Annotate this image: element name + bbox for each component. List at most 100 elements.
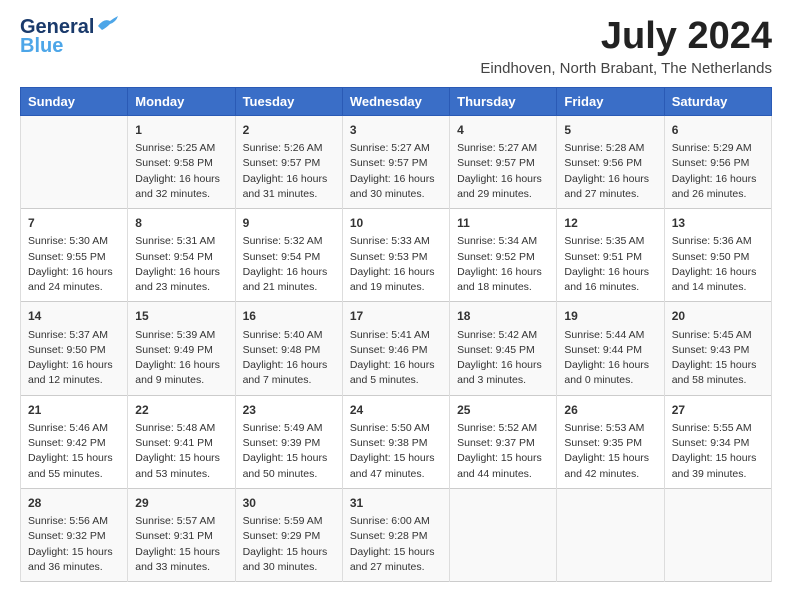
day-cell: 3 Sunrise: 5:27 AM Sunset: 9:57 PM Daylig… (342, 115, 449, 208)
day-content: Sunrise: 5:57 AM Sunset: 9:31 PM Dayligh… (135, 514, 227, 575)
day-cell: 16 Sunrise: 5:40 AM Sunset: 9:48 PM Dayli… (235, 302, 342, 395)
day-number: 6 (672, 122, 764, 139)
day-content: Sunrise: 5:44 AM Sunset: 9:44 PM Dayligh… (564, 328, 656, 389)
day-number: 18 (457, 308, 549, 325)
day-cell: 9Sunrise: 5:32 AM Sunset: 9:54 PM Daylig… (235, 209, 342, 302)
day-content: Sunrise: 5:37 AM Sunset: 9:50 PM Dayligh… (28, 328, 120, 389)
day-number: 23 (243, 402, 335, 419)
day-content: Sunrise: 5:27 AM Sunset: 9:57 PM Dayligh… (457, 141, 549, 202)
day-cell: 24 Sunrise: 5:50 AM Sunset: 9:38 PM Dayli… (342, 395, 449, 488)
logo-bird-icon (96, 16, 118, 32)
day-number: 11 (457, 215, 549, 232)
header-row: SundayMondayTuesdayWednesdayThursdayFrid… (21, 87, 772, 115)
day-content: Sunrise: 5:25 AM Sunset: 9:58 PM Dayligh… (135, 141, 227, 202)
day-content: Sunrise: 5:52 AM Sunset: 9:37 PM Dayligh… (457, 421, 549, 482)
day-content: Sunrise: 5:48 AM Sunset: 9:41 PM Dayligh… (135, 421, 227, 482)
day-cell: 21Sunrise: 5:46 AM Sunset: 9:42 PM Dayli… (21, 395, 128, 488)
day-number: 26 (564, 402, 656, 419)
day-number: 9 (243, 215, 335, 232)
day-content: Sunrise: 5:40 AM Sunset: 9:48 PM Dayligh… (243, 328, 335, 389)
title-block: July 2024 Eindhoven, North Brabant, The … (480, 16, 772, 77)
day-content: Sunrise: 5:55 AM Sunset: 9:34 PM Dayligh… (672, 421, 764, 482)
header: General Blue July 2024 Eindhoven, North … (20, 16, 772, 77)
day-number: 27 (672, 402, 764, 419)
col-header-sunday: Sunday (21, 87, 128, 115)
day-content: Sunrise: 5:31 AM Sunset: 9:54 PM Dayligh… (135, 234, 227, 295)
day-content: Sunrise: 5:35 AM Sunset: 9:51 PM Dayligh… (564, 234, 656, 295)
day-number: 20 (672, 308, 764, 325)
day-content: Sunrise: 5:26 AM Sunset: 9:57 PM Dayligh… (243, 141, 335, 202)
day-content: Sunrise: 5:28 AM Sunset: 9:56 PM Dayligh… (564, 141, 656, 202)
day-number: 29 (135, 495, 227, 512)
day-number: 16 (243, 308, 335, 325)
day-number: 22 (135, 402, 227, 419)
day-cell: 14Sunrise: 5:37 AM Sunset: 9:50 PM Dayli… (21, 302, 128, 395)
day-cell: 17 Sunrise: 5:41 AM Sunset: 9:46 PM Dayli… (342, 302, 449, 395)
day-content: Sunrise: 6:00 AM Sunset: 9:28 PM Dayligh… (350, 514, 442, 575)
day-number: 1 (135, 122, 227, 139)
day-cell: 13Sunrise: 5:36 AM Sunset: 9:50 PM Dayli… (664, 209, 771, 302)
day-cell (450, 488, 557, 581)
day-cell: 27 Sunrise: 5:55 AM Sunset: 9:34 PM Dayli… (664, 395, 771, 488)
day-cell (664, 488, 771, 581)
day-number: 3 (350, 122, 442, 139)
day-cell: 5 Sunrise: 5:28 AM Sunset: 9:56 PM Daylig… (557, 115, 664, 208)
day-cell: 26 Sunrise: 5:53 AM Sunset: 9:35 PM Dayli… (557, 395, 664, 488)
col-header-saturday: Saturday (664, 87, 771, 115)
day-number: 12 (564, 215, 656, 232)
day-cell: 25Sunrise: 5:52 AM Sunset: 9:37 PM Dayli… (450, 395, 557, 488)
day-number: 2 (243, 122, 335, 139)
day-cell: 6 Sunrise: 5:29 AM Sunset: 9:56 PM Daylig… (664, 115, 771, 208)
day-cell: 18 Sunrise: 5:42 AM Sunset: 9:45 PM Dayli… (450, 302, 557, 395)
day-content: Sunrise: 5:42 AM Sunset: 9:45 PM Dayligh… (457, 328, 549, 389)
day-cell: 1 Sunrise: 5:25 AM Sunset: 9:58 PM Daylig… (128, 115, 235, 208)
col-header-tuesday: Tuesday (235, 87, 342, 115)
day-number: 30 (243, 495, 335, 512)
day-cell: 28 Sunrise: 5:56 AM Sunset: 9:32 PM Dayli… (21, 488, 128, 581)
day-cell: 8Sunrise: 5:31 AM Sunset: 9:54 PM Daylig… (128, 209, 235, 302)
day-cell: 29 Sunrise: 5:57 AM Sunset: 9:31 PM Dayli… (128, 488, 235, 581)
day-number: 24 (350, 402, 442, 419)
day-number: 17 (350, 308, 442, 325)
logo-blue: Blue (20, 35, 63, 58)
day-content: Sunrise: 5:36 AM Sunset: 9:50 PM Dayligh… (672, 234, 764, 295)
calendar-page: General Blue July 2024 Eindhoven, North … (0, 0, 792, 602)
day-content: Sunrise: 5:50 AM Sunset: 9:38 PM Dayligh… (350, 421, 442, 482)
day-number: 19 (564, 308, 656, 325)
day-cell: 2 Sunrise: 5:26 AM Sunset: 9:57 PM Daylig… (235, 115, 342, 208)
calendar-table: SundayMondayTuesdayWednesdayThursdayFrid… (20, 87, 772, 582)
col-header-wednesday: Wednesday (342, 87, 449, 115)
day-number: 4 (457, 122, 549, 139)
week-row-1: 1 Sunrise: 5:25 AM Sunset: 9:58 PM Daylig… (21, 115, 772, 208)
col-header-thursday: Thursday (450, 87, 557, 115)
day-content: Sunrise: 5:27 AM Sunset: 9:57 PM Dayligh… (350, 141, 442, 202)
day-cell: 31Sunrise: 6:00 AM Sunset: 9:28 PM Dayli… (342, 488, 449, 581)
day-content: Sunrise: 5:59 AM Sunset: 9:29 PM Dayligh… (243, 514, 335, 575)
day-cell: 7 Sunrise: 5:30 AM Sunset: 9:55 PM Daylig… (21, 209, 128, 302)
day-cell: 22 Sunrise: 5:48 AM Sunset: 9:41 PM Dayli… (128, 395, 235, 488)
day-cell (21, 115, 128, 208)
day-cell: 23Sunrise: 5:49 AM Sunset: 9:39 PM Dayli… (235, 395, 342, 488)
day-number: 28 (28, 495, 120, 512)
day-content: Sunrise: 5:56 AM Sunset: 9:32 PM Dayligh… (28, 514, 120, 575)
day-number: 15 (135, 308, 227, 325)
week-row-3: 14Sunrise: 5:37 AM Sunset: 9:50 PM Dayli… (21, 302, 772, 395)
day-content: Sunrise: 5:53 AM Sunset: 9:35 PM Dayligh… (564, 421, 656, 482)
day-content: Sunrise: 5:46 AM Sunset: 9:42 PM Dayligh… (28, 421, 120, 482)
day-cell: 15Sunrise: 5:39 AM Sunset: 9:49 PM Dayli… (128, 302, 235, 395)
month-title: July 2024 (480, 16, 772, 58)
logo: General Blue (20, 16, 118, 58)
day-cell: 19 Sunrise: 5:44 AM Sunset: 9:44 PM Dayli… (557, 302, 664, 395)
day-cell: 10Sunrise: 5:33 AM Sunset: 9:53 PM Dayli… (342, 209, 449, 302)
day-number: 5 (564, 122, 656, 139)
week-row-4: 21Sunrise: 5:46 AM Sunset: 9:42 PM Dayli… (21, 395, 772, 488)
day-content: Sunrise: 5:29 AM Sunset: 9:56 PM Dayligh… (672, 141, 764, 202)
day-content: Sunrise: 5:30 AM Sunset: 9:55 PM Dayligh… (28, 234, 120, 295)
day-cell: 11 Sunrise: 5:34 AM Sunset: 9:52 PM Dayli… (450, 209, 557, 302)
day-content: Sunrise: 5:34 AM Sunset: 9:52 PM Dayligh… (457, 234, 549, 295)
day-content: Sunrise: 5:41 AM Sunset: 9:46 PM Dayligh… (350, 328, 442, 389)
week-row-2: 7 Sunrise: 5:30 AM Sunset: 9:55 PM Daylig… (21, 209, 772, 302)
location-subtitle: Eindhoven, North Brabant, The Netherland… (480, 60, 772, 77)
day-number: 7 (28, 215, 120, 232)
day-cell (557, 488, 664, 581)
